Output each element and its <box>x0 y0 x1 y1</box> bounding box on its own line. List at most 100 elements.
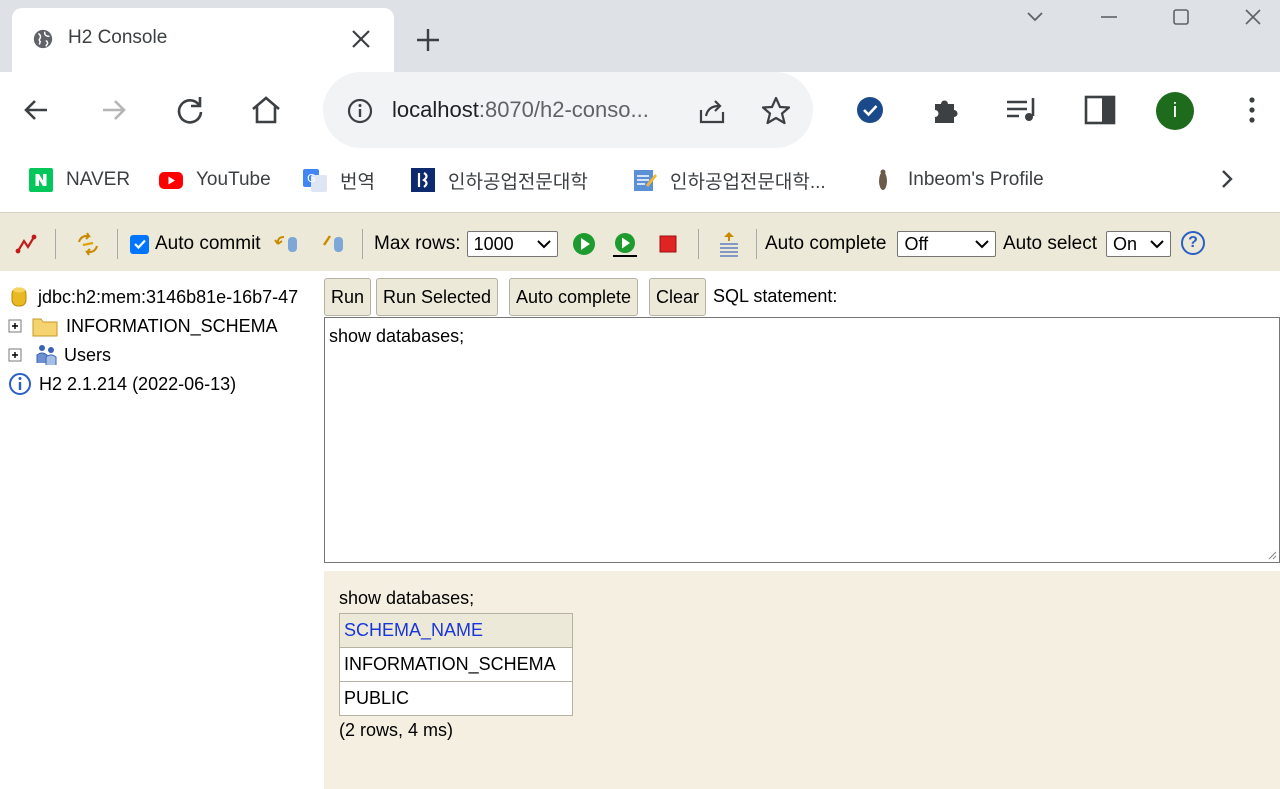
translate-icon: G <box>303 169 327 192</box>
commit-icon[interactable] <box>321 231 347 257</box>
home-icon[interactable] <box>246 90 286 130</box>
bookmark-inha-notes[interactable]: 인하공업전문대학... <box>632 166 826 194</box>
result-query: show databases; <box>339 588 475 608</box>
bookmark-label: 번역 <box>340 171 375 193</box>
check-extension-icon[interactable] <box>850 90 890 130</box>
run-icon[interactable] <box>571 231 597 257</box>
result-footer: (2 rows, 4 ms) <box>339 720 454 740</box>
youtube-icon <box>159 172 183 189</box>
bookmark-label: NAVER <box>66 169 131 190</box>
bookmark-label: Inbeom's Profile <box>908 169 1044 190</box>
users-icon <box>36 345 57 365</box>
bookmark-profile[interactable]: Inbeom's Profile <box>870 166 1044 194</box>
toolbar-separator <box>55 229 56 259</box>
max-rows-label: Max rows: <box>374 233 461 254</box>
toolbar-separator <box>362 229 363 259</box>
database-icon <box>11 287 27 307</box>
checkbox-checked-icon[interactable] <box>130 234 149 254</box>
max-rows-select[interactable]: 1000 <box>466 231 558 257</box>
version-text: H2 2.1.214 (2022-06-13) <box>39 373 237 394</box>
minimize-icon[interactable] <box>1096 4 1122 30</box>
tree-item-users[interactable]: Users <box>8 342 111 368</box>
browser-tab[interactable]: H2 Console <box>12 8 394 72</box>
profile-icon <box>879 169 887 190</box>
bookmark-label: 인하공업전문대학... <box>670 171 826 193</box>
auto-select: Auto select On <box>1003 231 1171 257</box>
folder-icon <box>32 318 58 337</box>
address-bar[interactable]: localhost:8070/h2-conso... <box>323 72 813 148</box>
bookmark-label: 인하공업전문대학 <box>448 171 588 193</box>
table-row: PUBLIC <box>339 681 573 716</box>
maximize-icon[interactable] <box>1168 4 1194 30</box>
naver-icon <box>29 168 53 192</box>
h2-toolbar: Auto commit Max rows: 1000 Auto complete <box>0 212 1280 271</box>
run-selected-button[interactable]: Run Selected <box>376 278 499 316</box>
browser-toolbar: localhost:8070/h2-conso... <box>0 72 1280 148</box>
auto-complete-value: Off <box>904 233 929 254</box>
expand-plus-icon[interactable] <box>8 348 22 362</box>
notepad-icon <box>634 170 657 191</box>
rollback-icon[interactable] <box>274 231 300 257</box>
url-text: localhost:8070/h2-conso... <box>392 97 649 123</box>
chevron-down-icon[interactable] <box>1022 4 1048 30</box>
table-cell: PUBLIC <box>339 681 573 716</box>
profile-avatar[interactable]: i <box>1156 92 1194 130</box>
auto-commit-checkbox[interactable]: Auto commit <box>130 231 261 257</box>
url-path: :8070/h2-conso... <box>478 97 649 122</box>
expand-plus-icon[interactable] <box>8 319 22 333</box>
close-icon[interactable] <box>346 24 376 54</box>
reading-list-icon[interactable] <box>1002 90 1042 130</box>
auto-select-label: Auto select <box>1003 233 1097 254</box>
share-icon[interactable] <box>695 94 729 128</box>
tree-item-information-schema[interactable]: INFORMATION_SCHEMA <box>8 313 278 339</box>
run-button[interactable]: Run <box>324 278 372 316</box>
new-tab-icon[interactable] <box>410 22 446 58</box>
table-row: INFORMATION_SCHEMA <box>339 647 573 682</box>
tree-item-label: INFORMATION_SCHEMA <box>66 315 278 336</box>
forward-arrow-icon[interactable] <box>93 90 133 130</box>
result-panel: show databases; SCHEMA_NAME INFORMATION_… <box>324 571 1280 789</box>
resize-grip-icon[interactable] <box>1267 550 1277 560</box>
toolbar-separator <box>117 229 118 259</box>
sql-editor[interactable]: show databases; <box>324 317 1280 563</box>
tab-title: H2 Console <box>68 27 168 48</box>
side-panel-icon[interactable] <box>1080 90 1120 130</box>
help-icon[interactable]: ? <box>1181 231 1205 255</box>
bookmark-youtube[interactable]: YouTube <box>158 166 271 194</box>
bookmark-naver[interactable]: NAVER <box>28 166 130 194</box>
stop-icon[interactable] <box>655 231 681 257</box>
table-cell: INFORMATION_SCHEMA <box>339 647 573 682</box>
auto-complete: Auto complete Off <box>765 231 997 257</box>
tab-strip: H2 Console <box>0 0 1280 72</box>
bookmark-inha[interactable]: 인하공업전문대학 <box>410 166 588 194</box>
disconnect-icon[interactable] <box>14 231 40 257</box>
tree-connection[interactable]: jdbc:h2:mem:3146b81e-16b7-47 <box>10 284 298 310</box>
bookmarks-bar: NAVER YouTube G 번역 인하공업전문대학 인하공업전문대학... <box>0 148 1280 210</box>
chevron-down-icon <box>536 240 551 249</box>
run-selected-icon[interactable] <box>612 231 638 257</box>
info-icon <box>9 373 31 395</box>
auto-complete-label: Auto complete <box>765 233 887 254</box>
reload-icon[interactable] <box>170 90 210 130</box>
back-arrow-icon[interactable] <box>17 90 57 130</box>
auto-select-value: On <box>1113 233 1138 254</box>
star-icon[interactable] <box>759 94 793 128</box>
auto-complete-select[interactable]: Off <box>897 231 997 257</box>
more-menu-icon[interactable] <box>1232 90 1272 130</box>
chevron-right-icon[interactable] <box>1212 164 1242 194</box>
max-rows: Max rows: 1000 <box>374 231 558 257</box>
globe-icon <box>33 29 53 49</box>
refresh-icon[interactable] <box>75 231 101 257</box>
history-icon[interactable] <box>716 231 742 257</box>
info-icon[interactable] <box>345 96 375 126</box>
toolbar-separator <box>756 229 757 259</box>
result-table: SCHEMA_NAME INFORMATION_SCHEMA PUBLIC <box>339 613 573 716</box>
clear-button[interactable]: Clear <box>649 278 707 316</box>
auto-complete-button[interactable]: Auto complete <box>509 278 639 316</box>
puzzle-extension-icon[interactable] <box>926 90 966 130</box>
window-close-icon[interactable] <box>1240 4 1266 30</box>
auto-select-select[interactable]: On <box>1106 231 1171 257</box>
bookmark-translate[interactable]: G 번역 <box>302 166 375 194</box>
svg-text:G: G <box>307 172 316 185</box>
column-header[interactable]: SCHEMA_NAME <box>339 613 573 648</box>
